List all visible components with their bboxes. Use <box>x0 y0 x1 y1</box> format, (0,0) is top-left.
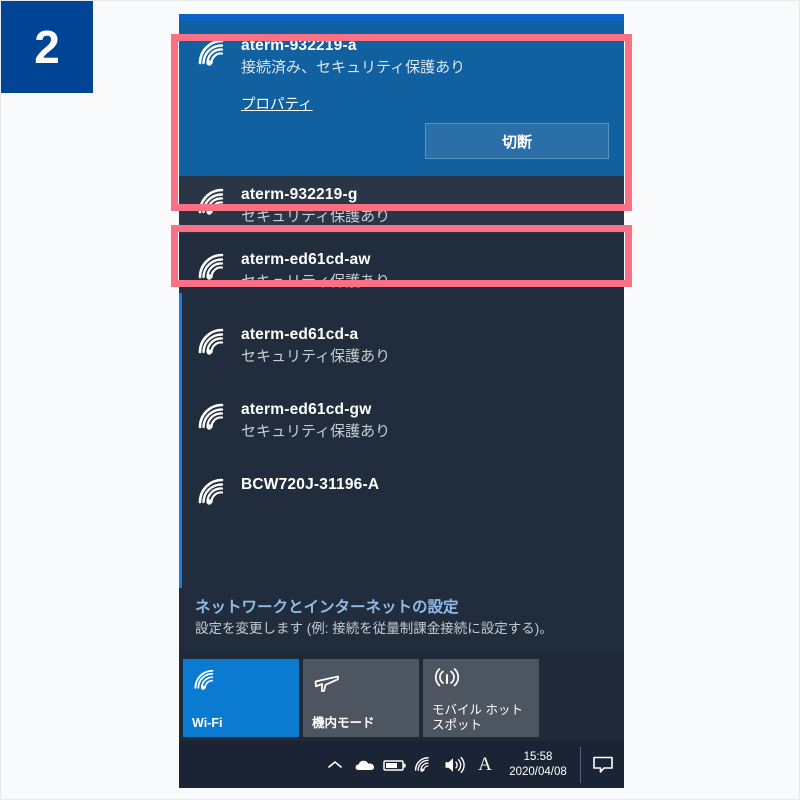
ime-icon[interactable]: A <box>470 746 500 784</box>
network-item-text: aterm-932219-g セキュリティ保護あり <box>237 184 624 229</box>
wifi-icon <box>195 251 237 285</box>
network-settings-subtitle: 設定を変更します (例: 接続を従量制課金接続に設定する)。 <box>195 621 553 636</box>
network-item-text: BCW720J-31196-A <box>237 474 624 495</box>
network-item-connected[interactable]: aterm-932219-a 接続済み、セキュリティ保護あり プロパティ 切断 <box>179 21 624 176</box>
network-item[interactable]: aterm-ed61cd-a セキュリティ保護あり <box>179 308 624 383</box>
screenshot-page: 2 aterm-932219-a 接続済み、セキュリティ保護あり プロパティ 切… <box>0 0 800 800</box>
network-name: BCW720J-31196-A <box>241 476 380 493</box>
step-number-badge: 2 <box>1 1 93 93</box>
network-status: セキュリティ保護あり <box>241 423 391 440</box>
wifi-icon <box>195 186 237 220</box>
network-settings-link[interactable]: ネットワークとインターネットの設定 <box>195 597 459 619</box>
wifi-icon <box>195 37 237 71</box>
network-name: aterm-ed61cd-gw <box>241 401 372 418</box>
network-item-header: aterm-932219-a 接続済み、セキュリティ保護あり <box>179 21 624 80</box>
wifi-icon <box>195 326 237 360</box>
network-item-text: aterm-932219-a 接続済み、セキュリティ保護あり <box>237 35 624 80</box>
network-name: aterm-932219-g <box>241 186 358 203</box>
network-item-text: aterm-ed61cd-gw セキュリティ保護あり <box>237 399 624 444</box>
wifi-flyout-panel: aterm-932219-a 接続済み、セキュリティ保護あり プロパティ 切断 <box>179 14 624 788</box>
battery-icon[interactable] <box>380 746 410 784</box>
properties-link[interactable]: プロパティ <box>241 93 313 114</box>
network-status: セキュリティ保護あり <box>241 273 391 290</box>
network-item-text: aterm-ed61cd-a セキュリティ保護あり <box>237 324 624 369</box>
network-item[interactable]: aterm-ed61cd-gw セキュリティ保護あり <box>179 383 624 458</box>
tile-label: Wi-Fi <box>192 716 223 730</box>
network-status: セキュリティ保護あり <box>241 208 391 225</box>
network-name: aterm-932219-a <box>241 37 357 54</box>
network-status: 接続済み、セキュリティ保護あり <box>241 59 466 76</box>
disconnect-button[interactable]: 切断 <box>425 123 609 159</box>
network-name: aterm-ed61cd-a <box>241 326 359 343</box>
speaker-icon[interactable] <box>440 746 470 784</box>
chevron-up-icon[interactable] <box>320 746 350 784</box>
wifi-icon[interactable] <box>410 746 440 784</box>
notification-icon[interactable] <box>587 746 619 784</box>
hotspot-icon <box>432 667 531 697</box>
wifi-icon <box>195 401 237 435</box>
quick-action-tiles: Wi-Fi 機内モード モバイル ホットスポット <box>179 659 624 741</box>
taskbar: A 15:58 2020/04/08 <box>179 741 624 788</box>
network-list[interactable]: aterm-932219-a 接続済み、セキュリティ保護あり プロパティ 切断 <box>179 21 624 588</box>
network-item[interactable]: aterm-ed61cd-aw セキュリティ保護あり <box>179 233 624 308</box>
panel-top-accent <box>179 14 624 21</box>
tile-label: モバイル ホットスポット <box>432 703 523 732</box>
tray-separator <box>580 746 581 783</box>
clock-date: 2020/04/08 <box>509 765 567 778</box>
network-settings-block: ネットワークとインターネットの設定 設定を変更します (例: 接続を従量制課金接… <box>179 588 624 651</box>
taskbar-clock[interactable]: 15:58 2020/04/08 <box>500 750 576 780</box>
tile-label: 機内モード <box>312 716 375 730</box>
network-status: セキュリティ保護あり <box>241 348 391 365</box>
network-item-hover[interactable]: aterm-932219-g セキュリティ保護あり <box>179 176 624 233</box>
tile-mobile-hotspot[interactable]: モバイル ホットスポット <box>423 659 539 737</box>
wifi-icon <box>195 476 237 510</box>
tile-wifi[interactable]: Wi-Fi <box>183 659 299 737</box>
system-tray: A 15:58 2020/04/08 <box>320 746 624 784</box>
tile-airplane-mode[interactable]: 機内モード <box>303 659 419 737</box>
network-item[interactable]: BCW720J-31196-A <box>179 458 624 524</box>
list-scrollbar[interactable] <box>179 293 182 588</box>
wifi-icon <box>192 667 291 697</box>
airplane-icon <box>312 667 411 697</box>
cloud-icon[interactable] <box>350 746 380 784</box>
network-name: aterm-ed61cd-aw <box>241 251 371 268</box>
network-item-text: aterm-ed61cd-aw セキュリティ保護あり <box>237 249 624 294</box>
clock-time: 15:58 <box>523 750 553 763</box>
